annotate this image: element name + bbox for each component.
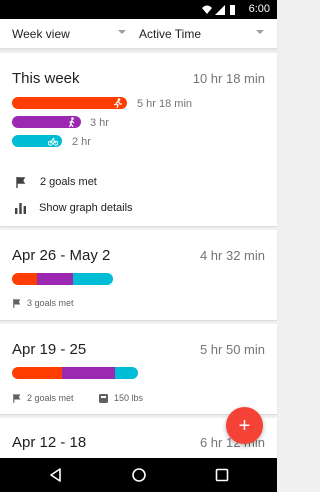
chevron-down-icon: [256, 30, 264, 34]
walking-duration: 3 hr: [90, 117, 109, 129]
running-segment: [12, 273, 38, 285]
this-week-card[interactable]: This week 10 hr 18 min 5 hr 18 min 3 hr …: [0, 53, 277, 226]
weight-row: 150 lbs: [99, 393, 143, 403]
goals-met-row: 2 goals met: [13, 393, 74, 403]
goals-met-label: 3 goals met: [27, 298, 74, 308]
cycling-icon: [48, 137, 58, 146]
week-card[interactable]: Apr 26 - May 2 4 hr 32 min 3 goals met: [0, 230, 277, 320]
cycling-bar: [12, 135, 62, 147]
walking-segment: [37, 273, 73, 285]
card-title: This week: [12, 70, 80, 87]
chevron-down-icon: [118, 30, 126, 34]
week-title: Apr 19 - 25: [12, 341, 87, 358]
week-activity-bar: [12, 367, 138, 379]
goals-met-label: 2 goals met: [40, 176, 97, 188]
home-icon[interactable]: [131, 467, 147, 483]
walking-bar: [12, 116, 81, 128]
week-title: Apr 12 - 18: [12, 434, 87, 451]
cycling-segment: [72, 273, 113, 285]
goals-met-row: 3 goals met: [13, 298, 74, 308]
signal-icon: [215, 5, 225, 15]
weight-label: 150 lbs: [114, 393, 144, 403]
metric-dropdown[interactable]: Active Time: [139, 19, 265, 49]
add-button[interactable]: +: [226, 407, 263, 444]
status-icons: [202, 5, 235, 15]
wifi-icon: [202, 5, 212, 14]
flag-icon: [13, 298, 21, 308]
week-total: 5 hr 50 min: [199, 342, 265, 357]
goals-met-label: 2 goals met: [27, 393, 74, 403]
metric-dropdown-label: Active Time: [139, 27, 202, 41]
recents-icon[interactable]: [214, 467, 230, 483]
cycling-duration: 2 hr: [72, 136, 91, 148]
week-title: Apr 26 - May 2: [12, 247, 111, 264]
week-total: 4 hr 32 min: [199, 248, 265, 263]
goals-met-row: 2 goals met: [12, 176, 97, 188]
show-graph-details-button[interactable]: Show graph details: [12, 202, 133, 214]
view-dropdown-label: Week view: [12, 27, 70, 41]
bar-chart-icon: [15, 202, 26, 214]
running-duration: 5 hr 18 min: [137, 98, 193, 110]
status-time: 6:00: [248, 3, 270, 15]
status-bar: 6:00: [0, 0, 277, 19]
add-icon: +: [238, 414, 251, 437]
card-total: 10 hr 18 min: [192, 71, 265, 86]
flag-icon: [16, 176, 26, 188]
walking-icon: [68, 117, 75, 127]
show-graph-details-label: Show graph details: [39, 202, 133, 214]
view-dropdown[interactable]: Week view: [12, 19, 128, 49]
navigation-bar: [0, 458, 277, 492]
flag-icon: [13, 393, 21, 403]
walking-segment: [62, 367, 116, 379]
cycling-segment: [115, 367, 138, 379]
week-activity-bar: [12, 273, 113, 285]
battery-icon: [230, 5, 235, 15]
scale-icon: [99, 393, 108, 403]
running-segment: [12, 367, 63, 379]
running-bar: [12, 97, 127, 109]
toolbar: Week view Active Time: [0, 19, 277, 49]
week-card[interactable]: Apr 19 - 25 5 hr 50 min 2 goals met 150 …: [0, 324, 277, 414]
back-icon[interactable]: [48, 467, 64, 483]
running-icon: [113, 98, 122, 108]
